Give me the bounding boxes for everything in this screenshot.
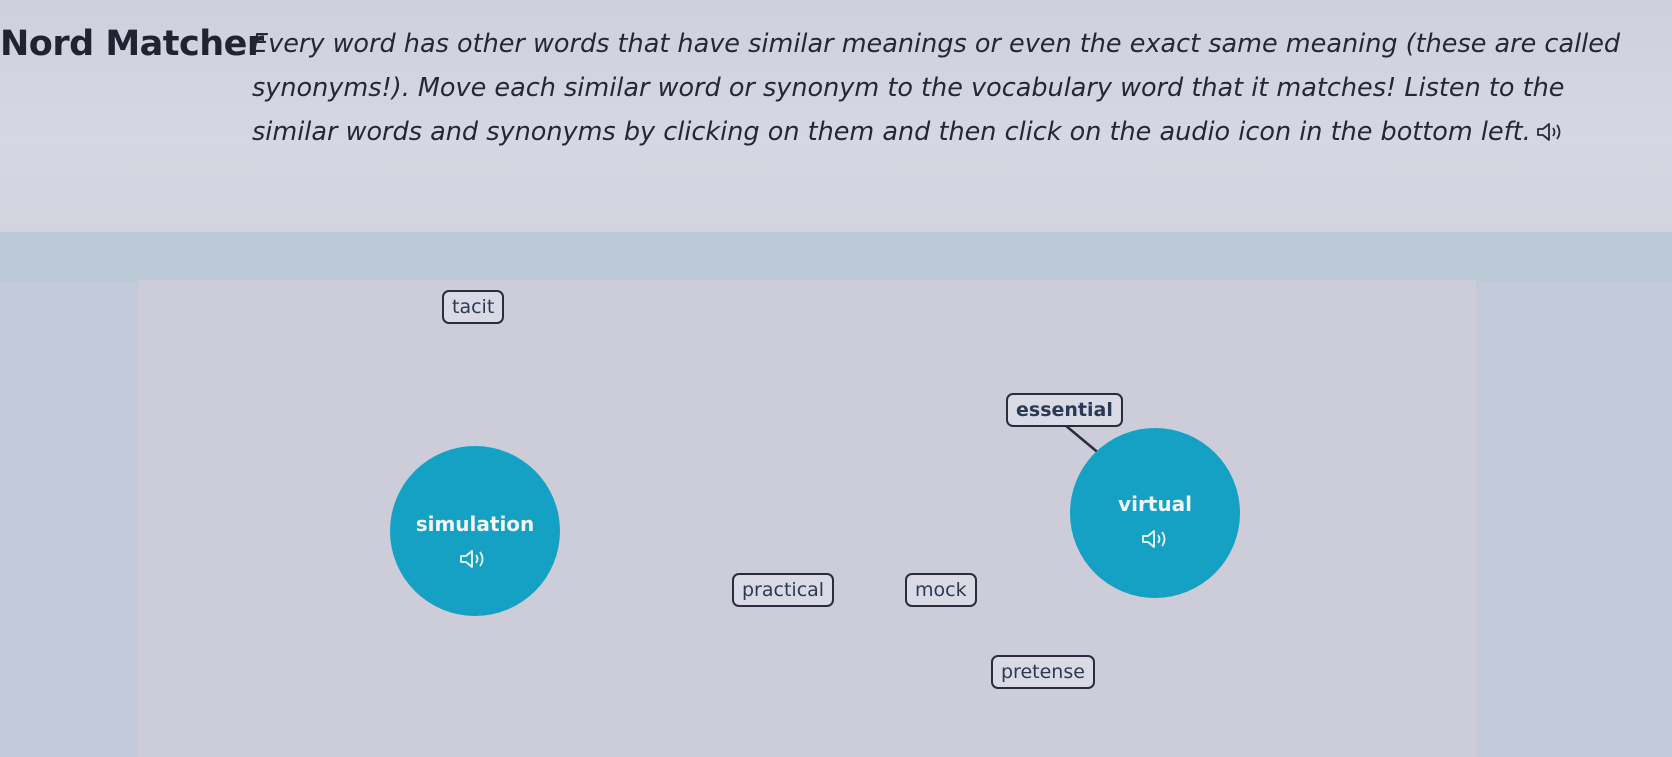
speaker-icon[interactable] [1140,528,1170,550]
word-chip-essential[interactable]: essential [1006,393,1123,427]
word-chip-pretense[interactable]: pretense [991,655,1095,689]
speaker-icon[interactable] [1535,113,1565,141]
target-label: virtual [1118,492,1192,516]
instructions-text: Every word has other words that have sim… [252,29,1621,147]
word-chip-practical[interactable]: practical [732,573,835,607]
matching-panel [138,280,1476,757]
word-chip-tacit[interactable]: tacit [442,290,505,324]
target-simulation[interactable]: simulation [390,446,560,616]
activity-area-top-strip [0,232,1672,282]
target-label: simulation [415,512,535,536]
instructions: Every word has other words that have sim… [252,22,1652,154]
header: Nord Matcher Every word has other words … [0,0,1672,232]
target-virtual[interactable]: virtual [1070,428,1240,598]
page-title: Nord Matcher [0,24,264,64]
word-chip-mock[interactable]: mock [905,573,977,607]
speaker-icon[interactable] [458,548,488,570]
